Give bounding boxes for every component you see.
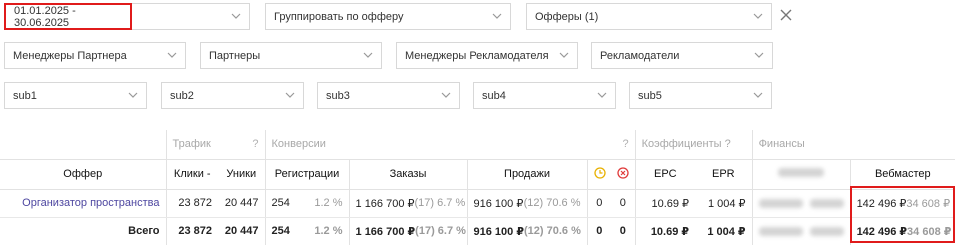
chevron-down-icon <box>285 90 295 100</box>
column-header-row: Оффер Клики - Уники Регистрации Заказы П… <box>0 158 955 190</box>
epr-cell: 1 004 ₽ <box>695 189 753 218</box>
date-range-dropdown[interactable] <box>132 3 250 30</box>
sales-cell: 916 100 ₽ (12) 70.6 % <box>466 217 588 245</box>
col-epr[interactable]: EPR <box>695 158 753 190</box>
col-webmaster[interactable]: Вебмастер <box>849 158 955 190</box>
sub3-label: sub3 <box>326 89 350 102</box>
epc-cell: 10.69 ₽ <box>634 217 696 245</box>
blurred-value <box>809 198 844 208</box>
chevron-down-icon <box>128 90 138 100</box>
clicks-cell: 23 872 <box>165 217 218 245</box>
chevron-down-icon <box>559 50 569 60</box>
conversions-group: Конверсии? <box>264 130 636 159</box>
total-row: Всего 23 872 20 447 254 1.2 % 1 166 700 ₽… <box>0 217 955 245</box>
sub5-select[interactable]: sub5 <box>629 82 772 109</box>
webmaster-cell: 142 496 ₽34 608 ₽ <box>849 217 955 245</box>
partner-managers-label: Менеджеры Партнера <box>13 49 127 62</box>
finance-blurred-cell <box>751 217 851 245</box>
offer-link[interactable]: Организатор пространства <box>0 189 166 218</box>
help-icon[interactable]: ? <box>725 138 731 150</box>
epc-cell: 10.69 ₽ <box>634 189 696 218</box>
advertisers-label: Рекламодатели <box>600 49 680 62</box>
chevron-down-icon <box>492 11 502 21</box>
chevron-down-icon <box>753 90 763 100</box>
advertiser-managers-select[interactable]: Менеджеры Рекламодателя <box>396 42 578 69</box>
sales-cell: 916 100 ₽ (12) 70.6 % <box>466 189 588 218</box>
uniques-cell: 20 447 <box>224 225 259 238</box>
finance-group: Финансы <box>751 130 955 159</box>
chevron-down-icon <box>754 50 764 60</box>
chevron-down-icon <box>597 90 607 100</box>
webmaster-cell: 142 496 ₽34 608 ₽ <box>849 189 955 218</box>
sub4-select[interactable]: sub4 <box>473 82 616 109</box>
sub1-label: sub1 <box>13 89 37 102</box>
sub2-select[interactable]: sub2 <box>161 82 304 109</box>
col-pending[interactable] <box>586 158 612 190</box>
col-offer[interactable]: Оффер <box>0 158 166 190</box>
registrations-cell: 254 1.2 % <box>264 217 350 245</box>
sub4-label: sub4 <box>482 89 506 102</box>
traffic-group: Трафик? <box>165 130 266 159</box>
sub3-select[interactable]: sub3 <box>317 82 460 109</box>
blurred-value <box>809 226 844 236</box>
col-uniques[interactable]: Уники <box>218 158 266 190</box>
col-sales[interactable]: Продажи <box>466 158 588 190</box>
blurred-value <box>778 168 825 177</box>
epr-cell: 1 004 ₽ <box>707 225 746 238</box>
registrations-cell: 254 1.2 % <box>264 189 350 218</box>
clicks-cell: 23 872 <box>165 189 218 218</box>
sub2-label: sub2 <box>170 89 194 102</box>
sub1-select[interactable]: sub1 <box>4 82 147 109</box>
col-epc[interactable]: EPC <box>634 158 696 190</box>
advertiser-managers-label: Менеджеры Рекламодателя <box>405 49 549 62</box>
reject-icon <box>617 166 629 179</box>
offers-value: Офферы (1) <box>535 10 599 23</box>
help-icon[interactable]: ? <box>252 138 258 150</box>
offers-select[interactable]: Офферы (1) <box>526 3 772 30</box>
group-by-value: Группировать по офферу <box>274 10 404 23</box>
rejected-cell: 0 <box>619 225 626 238</box>
group-by-select[interactable]: Группировать по офферу <box>265 3 511 30</box>
blurred-value <box>758 226 803 236</box>
col-rejected[interactable] <box>611 158 636 190</box>
partners-label: Партнеры <box>209 49 261 62</box>
blurred-value <box>758 198 803 208</box>
chevron-down-icon <box>167 50 177 60</box>
orders-cell: 1 166 700 ₽ (17) 6.7 % <box>348 189 468 218</box>
finance-blurred-cell <box>751 189 851 218</box>
close-icon[interactable] <box>778 7 794 23</box>
date-range-value: 01.01.2025 - 30.06.2025 <box>14 4 76 29</box>
uniques-cell: 20 447 <box>218 189 266 218</box>
col-registrations[interactable]: Регистрации <box>264 158 350 190</box>
group-header-row: Трафик? Конверсии? Коэффициенты ? Финанс… <box>0 130 955 159</box>
chevron-down-icon <box>363 50 373 60</box>
rejected-cell: 0 <box>611 189 636 218</box>
pending-cell: 0 <box>586 217 612 245</box>
col-orders[interactable]: Заказы <box>348 158 468 190</box>
orders-cell: 1 166 700 ₽ (17) 6.7 % <box>348 217 468 245</box>
chevron-down-icon <box>231 11 241 21</box>
total-label: Всего <box>128 225 160 238</box>
stats-table: Трафик? Конверсии? Коэффициенты ? Финанс… <box>0 130 955 245</box>
clock-icon <box>593 166 606 179</box>
chevron-down-icon <box>753 11 763 21</box>
date-range-picker[interactable]: 01.01.2025 - 30.06.2025 <box>4 3 132 30</box>
chevron-down-icon <box>441 90 451 100</box>
advertisers-select[interactable]: Рекламодатели <box>591 42 773 69</box>
coefficients-group: Коэффициенты ? <box>634 130 753 159</box>
help-icon[interactable]: ? <box>622 138 628 150</box>
pending-cell: 0 <box>586 189 612 218</box>
table-row: Организатор пространства 23 872 20 447 2… <box>0 189 955 218</box>
col-clicks[interactable]: Клики - <box>165 158 218 190</box>
col-finance-blurred <box>751 158 851 190</box>
partner-managers-select[interactable]: Менеджеры Партнера <box>4 42 186 69</box>
sub5-label: sub5 <box>638 89 662 102</box>
partners-select[interactable]: Партнеры <box>200 42 382 69</box>
